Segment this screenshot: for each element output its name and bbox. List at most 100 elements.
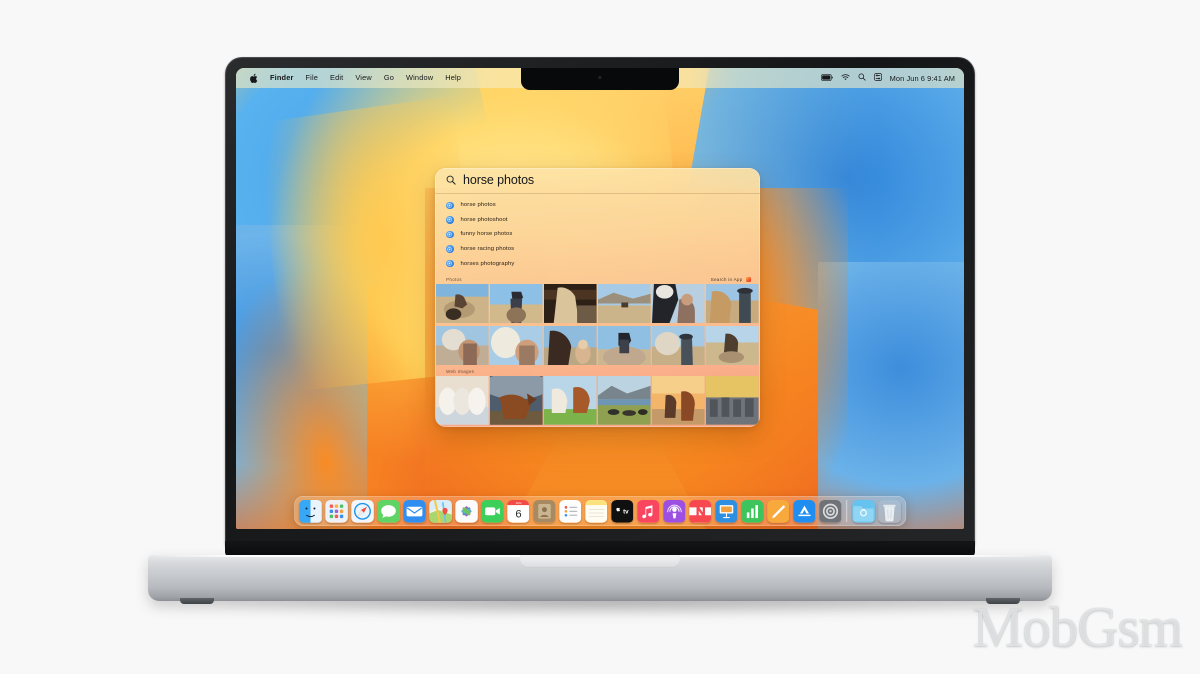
dock-separator: [846, 500, 847, 522]
photos-result-grid-row-2: [435, 326, 760, 366]
svg-text:tv: tv: [623, 509, 629, 516]
web-image-thumbnail[interactable]: [490, 376, 543, 426]
svg-text:6: 6: [515, 509, 521, 521]
web-image-thumbnail[interactable]: [598, 376, 651, 426]
safari-suggestion-icon: [446, 260, 454, 268]
dock-item-appstore[interactable]: [793, 500, 816, 523]
photo-thumbnail[interactable]: [598, 284, 651, 324]
screenshot-root: Finder File Edit View Go Window Help: [0, 0, 1200, 674]
search-in-app-label: Search in App: [711, 277, 743, 282]
spotlight-suggestion-list: horse photos horse photoshoot: [435, 194, 760, 274]
dock-item-facetime[interactable]: [481, 500, 504, 523]
suggestion-label: horses photography: [461, 261, 515, 267]
suggestion-row[interactable]: horses photography: [435, 256, 760, 271]
dock-item-messages[interactable]: [377, 500, 400, 523]
dock-item-finder[interactable]: [299, 500, 322, 523]
photo-thumbnail[interactable]: [706, 284, 759, 324]
photo-thumbnail[interactable]: [706, 326, 759, 366]
photo-thumbnail[interactable]: [490, 326, 543, 366]
web-images-section-title: Web Images: [446, 369, 474, 374]
safari-suggestion-icon: [446, 202, 454, 210]
suggestion-row[interactable]: horse racing photos: [435, 242, 760, 257]
menu-bar-status-area: Mon Jun 6 9:41 AM: [821, 73, 964, 83]
menu-item-view[interactable]: View: [349, 74, 378, 81]
photos-section-title: Photos: [446, 277, 462, 282]
dock-item-photos[interactable]: [455, 500, 478, 523]
dock-item-news[interactable]: [689, 500, 712, 523]
photo-thumbnail[interactable]: [436, 326, 489, 366]
photo-thumbnail[interactable]: [544, 326, 597, 366]
photo-thumbnail[interactable]: [544, 284, 597, 324]
safari-suggestion-icon: [446, 245, 454, 253]
photos-result-grid-row-1: [435, 284, 760, 324]
control-center-icon[interactable]: [874, 73, 882, 83]
photo-thumbnail[interactable]: [652, 284, 705, 324]
dock-item-safari[interactable]: [351, 500, 374, 523]
menu-item-finder[interactable]: Finder: [264, 74, 299, 81]
dock-item-calendar[interactable]: JUN 6: [507, 500, 530, 523]
base-opening-notch: [520, 555, 680, 568]
menu-item-file[interactable]: File: [299, 74, 324, 81]
web-images-section-header: Web Images: [435, 366, 760, 376]
laptop-base: [148, 555, 1052, 601]
dock-item-mail[interactable]: [403, 500, 426, 523]
suggestion-label: horse photoshoot: [461, 217, 508, 223]
safari-suggestion-icon: [446, 216, 454, 224]
dock-item-trash[interactable]: [878, 500, 901, 523]
web-image-thumbnail[interactable]: [436, 376, 489, 426]
dock-item-maps[interactable]: [429, 500, 452, 523]
dock-item-podcasts[interactable]: [663, 500, 686, 523]
wifi-icon[interactable]: [841, 74, 850, 83]
suggestion-label: horse photos: [461, 202, 496, 208]
spotlight-query-text[interactable]: horse photos: [463, 174, 534, 187]
photo-thumbnail[interactable]: [490, 284, 543, 324]
laptop-foot-left: [180, 598, 214, 604]
suggestion-row[interactable]: funny horse photos: [435, 227, 760, 242]
search-icon[interactable]: [858, 73, 866, 83]
suggestion-row[interactable]: horse photoshoot: [435, 213, 760, 228]
display-notch: [521, 68, 679, 90]
photo-thumbnail[interactable]: [436, 284, 489, 324]
dock-item-downloads[interactable]: [852, 500, 875, 523]
suggestion-row[interactable]: horse photos: [435, 198, 760, 213]
menu-item-edit[interactable]: Edit: [324, 74, 349, 81]
menu-bar-left: Finder File Edit View Go Window Help: [236, 73, 467, 84]
photos-section-header: Photos Search in App: [435, 274, 760, 285]
dock-item-launchpad[interactable]: [325, 500, 348, 523]
dock-item-reminders[interactable]: [559, 500, 582, 523]
apple-logo-icon[interactable]: [243, 73, 264, 84]
dock-item-notes[interactable]: [585, 500, 608, 523]
safari-suggestion-icon: [446, 231, 454, 239]
web-image-thumbnail[interactable]: [544, 376, 597, 426]
dock-item-system-settings[interactable]: [819, 500, 842, 523]
search-in-app-button[interactable]: Search in App: [711, 277, 751, 283]
dock-item-contacts[interactable]: [533, 500, 556, 523]
web-image-thumbnail[interactable]: [652, 376, 705, 426]
photos-app-icon: [746, 277, 752, 283]
display-screen: Finder File Edit View Go Window Help: [236, 68, 964, 529]
search-icon: [446, 172, 456, 190]
dock-item-appletv[interactable]: tv: [611, 500, 634, 523]
suggestion-label: horse racing photos: [461, 246, 515, 252]
menu-bar-clock[interactable]: Mon Jun 6 9:41 AM: [890, 74, 955, 83]
dock-item-pages[interactable]: [767, 500, 790, 523]
laptop-lid: Finder File Edit View Go Window Help: [225, 57, 975, 549]
photo-thumbnail[interactable]: [598, 326, 651, 366]
dock-item-music[interactable]: [637, 500, 660, 523]
web-image-thumbnail[interactable]: [706, 376, 759, 426]
suggestion-label: funny horse photos: [461, 231, 513, 237]
dock-item-keynote[interactable]: [715, 500, 738, 523]
battery-icon[interactable]: [821, 74, 833, 83]
spotlight-search-field[interactable]: horse photos: [435, 168, 760, 194]
menu-item-go[interactable]: Go: [378, 74, 400, 81]
menu-item-help[interactable]: Help: [439, 74, 467, 81]
dock-item-numbers[interactable]: [741, 500, 764, 523]
site-watermark: MobGsm: [973, 599, 1182, 656]
macbook-pro-device: Finder File Edit View Go Window Help: [0, 0, 1200, 674]
dock: JUN 6: [294, 496, 906, 526]
spotlight-search-panel: horse photos horse photos: [435, 168, 760, 427]
menu-item-window[interactable]: Window: [400, 74, 439, 81]
camera-icon: [598, 76, 601, 79]
svg-text:JUN: JUN: [516, 501, 522, 505]
photo-thumbnail[interactable]: [652, 326, 705, 366]
